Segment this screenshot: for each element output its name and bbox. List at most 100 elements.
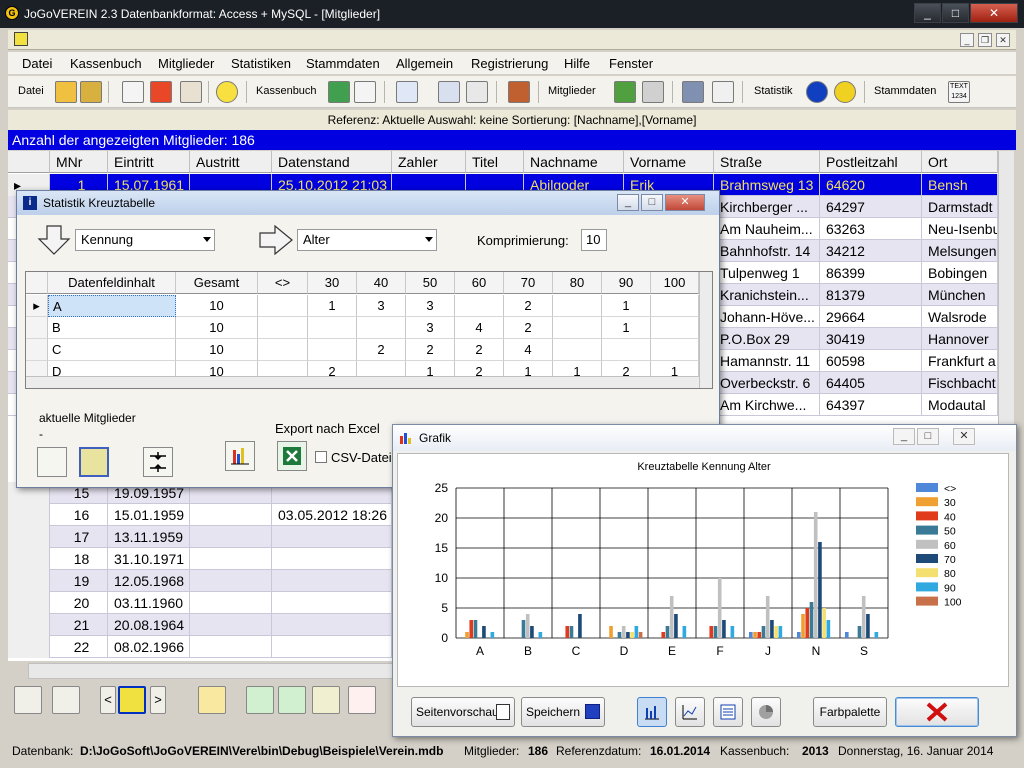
nav-prev-icon[interactable]: < (100, 686, 116, 714)
column-header-titel[interactable]: Titel (466, 151, 524, 173)
nav-calendar-icon[interactable] (118, 686, 146, 714)
komprimierung-input[interactable]: 10 (581, 229, 607, 251)
kt-header-unknown[interactable]: <> (258, 272, 308, 294)
kt-header-100[interactable]: 100 (651, 272, 699, 294)
kassenbuch-book-icon[interactable] (328, 81, 350, 103)
kt-cell[interactable] (258, 339, 308, 361)
nav-check-icon[interactable] (246, 686, 274, 714)
info-yellow-icon[interactable] (834, 81, 856, 103)
binoculars-icon[interactable] (682, 81, 704, 103)
column-header-austritt[interactable]: Austritt (190, 151, 272, 173)
nav-edit-icon[interactable] (52, 686, 80, 714)
column-header-nachname[interactable]: Nachname (524, 151, 624, 173)
kt-cell[interactable] (553, 339, 602, 361)
kt-cell[interactable] (651, 339, 699, 361)
kt-row[interactable]: ▸ A 10 1 3 3 2 1 (26, 295, 712, 317)
maximize-button[interactable]: □ (942, 3, 969, 23)
mdi-restore-icon[interactable]: ❐ (978, 33, 992, 47)
kt-header-datenfeld[interactable]: Datenfeldinhalt (48, 272, 176, 294)
column-header-datenstand[interactable]: Datenstand (272, 151, 392, 173)
kt-header-90[interactable]: 90 (602, 272, 651, 294)
info-blue-icon[interactable] (806, 81, 828, 103)
kt-cell[interactable] (308, 339, 357, 361)
member-table-icon[interactable] (642, 81, 664, 103)
kt-cell[interactable] (455, 295, 504, 317)
statistik-table-icon[interactable] (712, 81, 734, 103)
column-header-zahler[interactable]: Zahler (392, 151, 466, 173)
kt-collapse-icon[interactable] (143, 447, 173, 477)
excel-icon[interactable] (277, 441, 307, 471)
kt-header-30[interactable]: 30 (308, 272, 357, 294)
csv-checkbox[interactable] (315, 451, 327, 463)
member-books-icon[interactable] (508, 81, 530, 103)
open-folder-icon[interactable] (55, 81, 77, 103)
line-chart-toggle-icon[interactable] (675, 697, 705, 727)
kt-cell[interactable]: 2 (504, 317, 553, 339)
kt-header-40[interactable]: 40 (357, 272, 406, 294)
kt-header-gesamt[interactable]: Gesamt (176, 272, 258, 294)
close-button[interactable]: ✕ (970, 3, 1018, 23)
kreuztabelle-close-button[interactable]: ✕ (665, 194, 705, 211)
member-id-icon[interactable] (438, 81, 460, 103)
kassenbuch-edit-icon[interactable] (354, 81, 376, 103)
kt-cell[interactable]: 3 (406, 295, 455, 317)
kt-cell[interactable]: 10 (176, 295, 258, 317)
menu-stammdaten[interactable]: Stammdaten (306, 56, 380, 71)
kt-cell[interactable] (308, 317, 357, 339)
member-card-icon[interactable] (396, 81, 418, 103)
kt-header-70[interactable]: 70 (504, 272, 553, 294)
column-header-ort[interactable]: Ort (922, 151, 998, 173)
kt-cell[interactable] (602, 339, 651, 361)
grafik-maximize-button[interactable]: □ (917, 428, 939, 445)
kt-cell[interactable]: 10 (176, 339, 258, 361)
kt-chart-icon[interactable] (225, 441, 255, 471)
menu-kassenbuch[interactable]: Kassenbuch (70, 56, 142, 71)
kt-cell[interactable] (258, 295, 308, 317)
menu-registrierung[interactable]: Registrierung (471, 56, 548, 71)
kt-cell[interactable] (258, 317, 308, 339)
kt-cell[interactable]: B (48, 317, 176, 339)
mdi-minimize-icon[interactable]: _ (960, 33, 974, 47)
nav-next-icon[interactable]: > (150, 686, 166, 714)
nav-sparkle-icon[interactable] (198, 686, 226, 714)
kt-cell[interactable]: 1 (602, 317, 651, 339)
smiley-icon[interactable] (216, 81, 238, 103)
kt-row-header[interactable] (26, 317, 48, 339)
grafik-minimize-button[interactable]: _ (893, 428, 915, 445)
menu-statistiken[interactable]: Statistiken (231, 56, 291, 71)
list-icon[interactable] (122, 81, 144, 103)
kt-cell[interactable] (357, 317, 406, 339)
text-number-icon[interactable]: TEXT 1234 (948, 81, 970, 103)
kt-cell[interactable]: 4 (504, 339, 553, 361)
row-field-select[interactable]: Kennung (75, 229, 215, 251)
kt-cell[interactable] (553, 295, 602, 317)
grid-icon[interactable] (180, 81, 202, 103)
menu-datei[interactable]: Datei (22, 56, 52, 71)
mdi-child-icon[interactable] (14, 32, 28, 46)
column-header-mnr[interactable]: MNr (50, 151, 108, 173)
kt-horizontal-scrollbar[interactable] (26, 376, 699, 388)
kt-cell[interactable]: 2 (406, 339, 455, 361)
bar-chart-toggle-icon[interactable] (637, 697, 667, 727)
kt-cell[interactable]: 1 (602, 295, 651, 317)
menu-hilfe[interactable]: Hilfe (564, 56, 590, 71)
table-chart-toggle-icon[interactable] (713, 697, 743, 727)
kt-cell[interactable]: 3 (357, 295, 406, 317)
farbpalette-button[interactable]: Farbpalette (813, 697, 887, 727)
kt-row-header[interactable] (26, 339, 48, 361)
kt-calendar-icon[interactable] (79, 447, 109, 477)
kt-cell[interactable]: A (48, 295, 176, 317)
grafik-close-button[interactable]: ✕ (953, 428, 975, 445)
nav-filter-icon[interactable] (312, 686, 340, 714)
kt-row-selector-icon[interactable]: ▸ (26, 295, 48, 317)
kreuztabelle-minimize-button[interactable]: _ (617, 194, 639, 211)
mdi-close-icon[interactable]: ✕ (996, 33, 1010, 47)
menu-mitglieder[interactable]: Mitglieder (158, 56, 214, 71)
member-green-icon[interactable] (614, 81, 636, 103)
kt-row[interactable]: B 10 3 4 2 1 (26, 317, 712, 339)
kt-cell[interactable]: 4 (455, 317, 504, 339)
kt-cell[interactable]: 1 (308, 295, 357, 317)
kt-cell[interactable] (651, 317, 699, 339)
minimize-button[interactable]: _ (914, 3, 941, 23)
kt-cell[interactable]: 10 (176, 317, 258, 339)
